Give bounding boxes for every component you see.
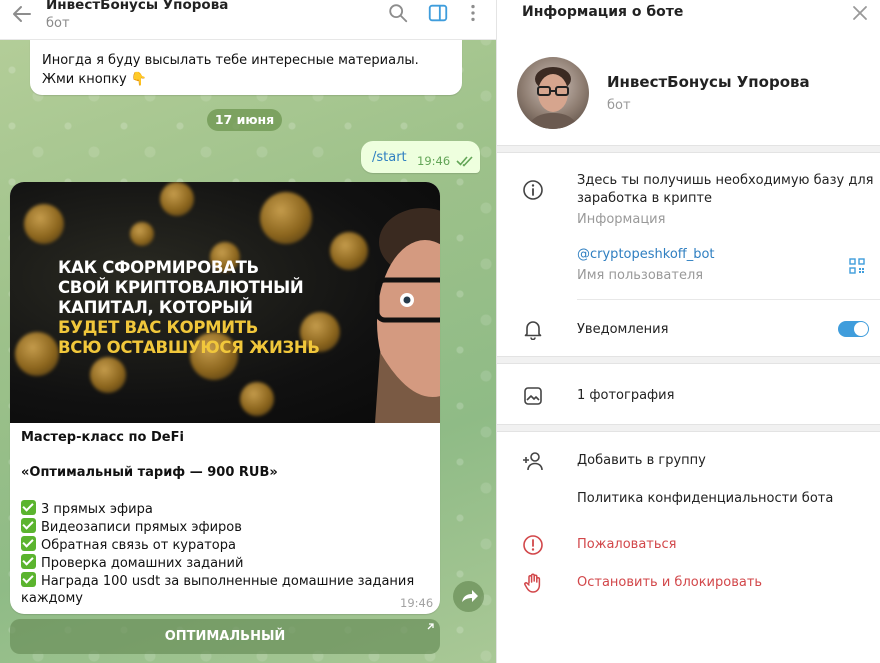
feature-item: Проверка домашних заданий [21,554,243,573]
section-divider [497,424,880,432]
message-time: 19:46 [400,596,434,610]
check-mark-icon [21,518,36,533]
avatar-portrait [527,67,579,129]
share-button[interactable] [453,581,484,612]
more-menu-icon[interactable] [462,2,484,24]
post-tariff: «Оптимальный тариф — 900 RUB» [21,465,278,480]
start-command-text[interactable]: /start [372,150,407,165]
bot-description-line: заработка в крипте [577,191,713,206]
section-divider [497,356,880,364]
chat-title[interactable]: ИнвестБонусы Упорова [46,0,228,13]
feature-item: Обратная связь от куратора [21,536,236,555]
stop-hand-icon [524,573,541,593]
close-icon[interactable] [851,4,869,22]
bell-icon [524,321,542,340]
outgoing-message: /start 19:46 [361,141,480,173]
forward-arrow-icon [462,590,478,602]
feature-item: 3 прямых эфира [21,500,153,519]
banner-line: КАПИТАЛ, КОТОРЫЙ [58,298,253,317]
chat-panel: ИнвестБонусы Упорова бот Иногда я буду в… [0,0,496,663]
message-time: 19:46 [417,154,451,168]
date-separator: 17 июня [207,109,282,131]
banner-line: КАК СФОРМИРОВАТЬ [58,258,259,277]
search-icon[interactable] [387,2,409,24]
banner-line: СВОЙ КРИПТОВАЛЮТНЫЙ [58,278,304,297]
bot-name: ИнвестБонусы Упорова [607,73,810,91]
check-mark-icon [21,500,36,515]
bot-username-link[interactable]: @cryptopeshkoff_bot [577,245,715,265]
stop-and-block-item[interactable]: Остановить и блокировать [577,573,762,593]
notifications-toggle[interactable] [838,321,869,337]
bot-description-line: Здесь ты получишь необходимую базу для [577,173,874,188]
photo-icon [524,387,542,405]
post-banner-image[interactable]: КАК СФОРМИРОВАТЬ СВОЙ КРИПТОВАЛЮТНЫЙ КАП… [10,182,440,423]
report-icon [523,535,543,555]
notifications-label: Уведомления [577,322,669,337]
panel-title: Информация о боте [522,4,684,20]
feature-item-continuation: каждому [21,591,83,606]
add-to-group-item[interactable]: Добавить в группу [577,451,706,471]
row-divider [577,299,880,300]
check-mark-icon [21,572,36,587]
chat-header: ИнвестБонусы Упорова бот [0,0,496,40]
banner-line: БУДЕТ ВАС КОРМИТЬ [58,318,259,337]
username-caption: Имя пользователя [577,268,704,283]
section-divider [497,145,880,153]
check-mark-icon [21,554,36,569]
post-message: КАК СФОРМИРОВАТЬ СВОЙ КРИПТОВАЛЮТНЫЙ КАП… [10,182,440,614]
feature-item: Награда 100 usdt за выполненные домашние… [21,572,414,591]
add-user-icon [523,452,543,471]
keyboard-button-label: ОПТИМАЛЬНЫЙ [164,629,286,644]
back-arrow-icon[interactable] [10,2,34,26]
sidebar-toggle-icon[interactable] [427,2,449,24]
post-heading: Мастер-класс по DeFi [21,430,184,445]
bot-type-label: бот [607,98,631,113]
incoming-message: Иногда я буду высылать тебе интересные м… [30,40,462,95]
bot-info-panel: Информация о боте ИнвестБонусы Упорова б… [496,0,880,663]
description-caption: Информация [577,212,666,227]
presenter-portrait [375,208,440,423]
check-mark-icon [21,536,36,551]
external-link-arrow-icon [427,623,434,630]
chat-subtitle: бот [46,16,70,31]
inline-keyboard-button[interactable]: ОПТИМАЛЬНЫЙ [10,619,440,654]
banner-line: ВСЮ ОСТАВШУЮСЯ ЖИЗНЬ [58,338,320,357]
report-item[interactable]: Пожаловаться [577,535,677,555]
photos-item[interactable]: 1 фотография [577,386,674,406]
privacy-policy-item[interactable]: Политика конфиденциальности бота [577,489,833,509]
bot-avatar[interactable] [517,57,589,129]
qr-code-icon[interactable] [849,258,865,274]
info-icon [523,180,543,200]
feature-item: Видеозаписи прямых эфиров [21,518,242,537]
double-check-icon [456,156,473,167]
